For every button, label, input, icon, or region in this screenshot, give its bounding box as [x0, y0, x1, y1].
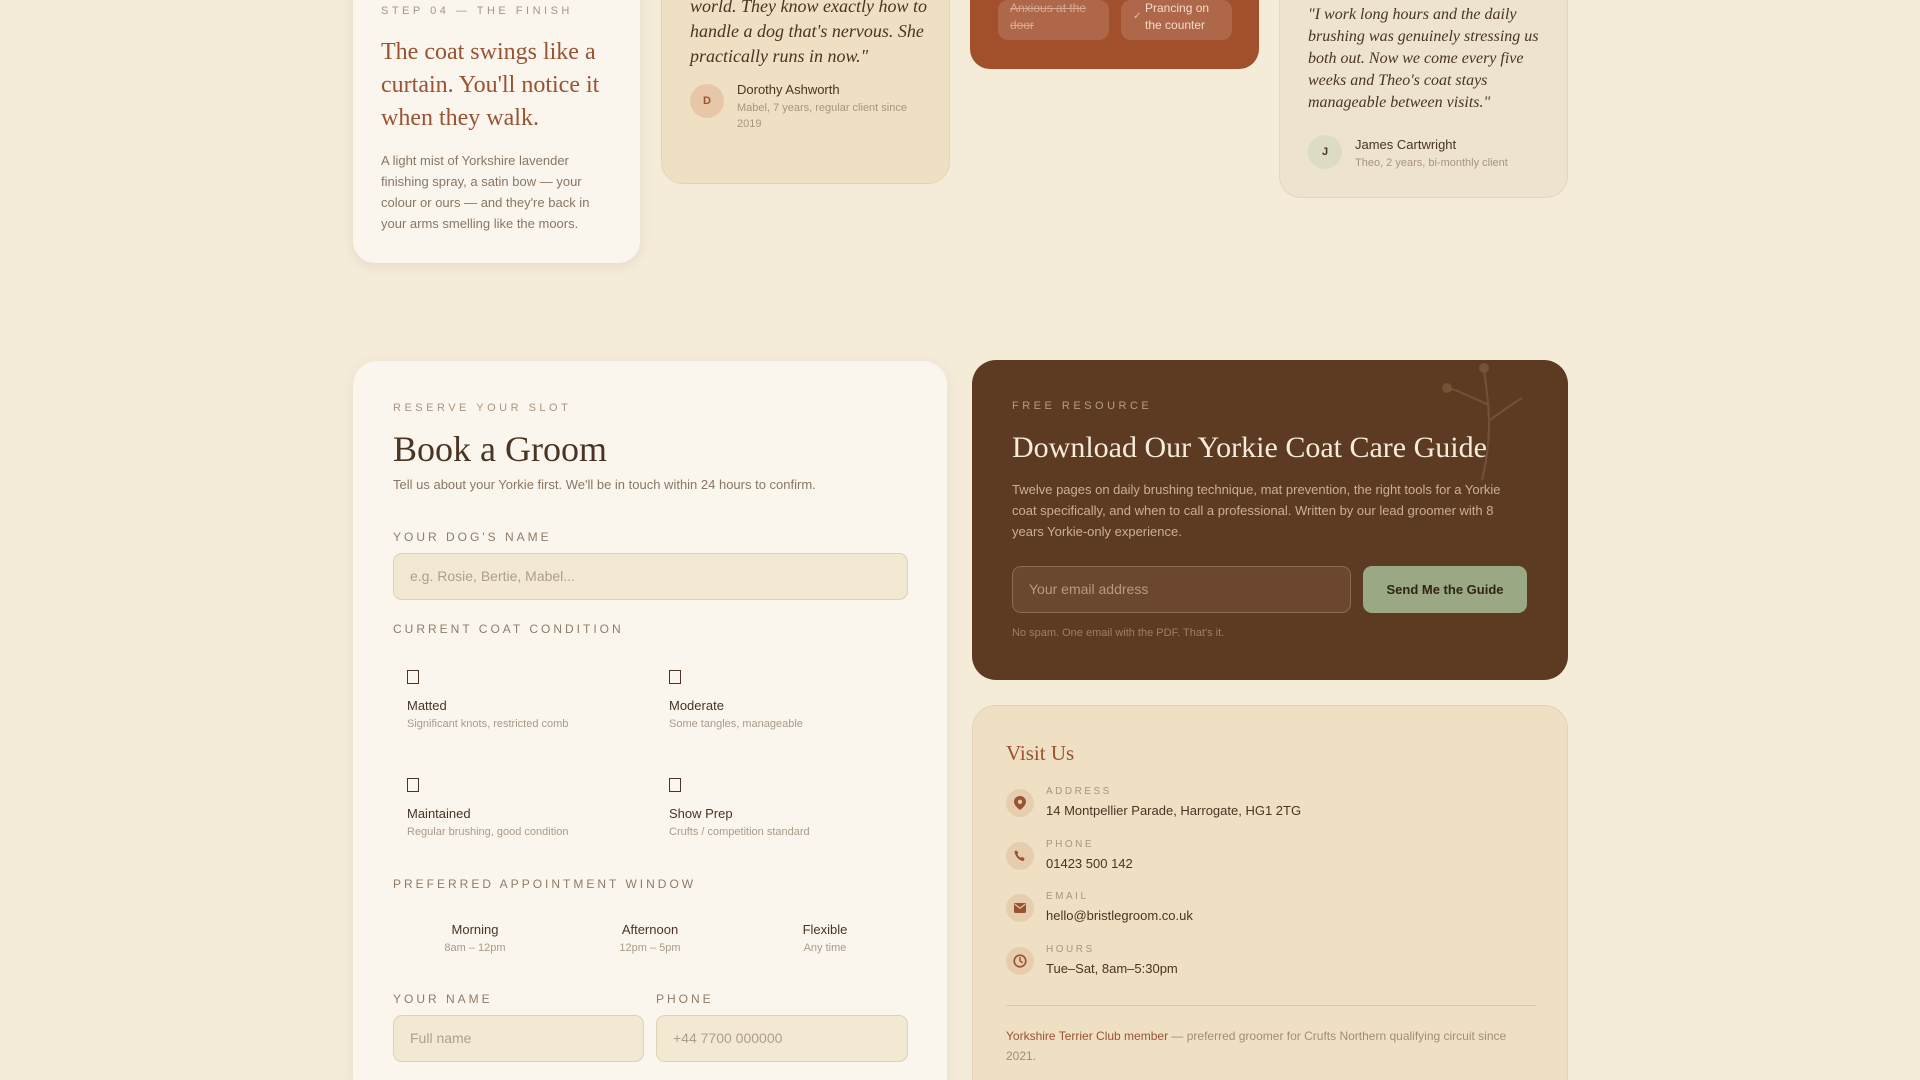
- guide-title: Download Our Yorkie Coat Care Guide: [1012, 431, 1487, 464]
- coat-option-matted[interactable]: Matted Significant knots, restricted com…: [407, 670, 647, 730]
- club-membership-link[interactable]: Yorkshire Terrier Club member: [1006, 1029, 1168, 1043]
- step-body: A light mist of Yorkshire lavender finis…: [381, 153, 590, 231]
- guide-kicker: Free resource: [1012, 400, 1153, 412]
- testimonial-name: James Cartwright: [1355, 137, 1457, 152]
- transformation-card: Anxious at the door ✓ Prancing on the co…: [970, 0, 1259, 69]
- step-card: Step 04 — The Finish The coat swings lik…: [353, 0, 640, 263]
- address-value: 14 Montpellier Parade, Harrogate, HG1 2T…: [1046, 803, 1302, 818]
- visit-card: Visit Us ADDRESS 14 Montpellier Parade, …: [972, 705, 1568, 1080]
- phone-label: Phone: [656, 992, 714, 1006]
- phone-value[interactable]: 01423 500 142: [1046, 856, 1133, 871]
- hours-label: HOURS: [1046, 944, 1095, 955]
- dog-name-input[interactable]: e.g. Rosie, Bertie, Mabel...: [393, 553, 908, 600]
- clock-icon: [1006, 947, 1034, 975]
- booking-subtitle: Tell us about your Yorkie first. We'll b…: [393, 477, 816, 492]
- checkbox[interactable]: [669, 778, 681, 792]
- booking-kicker: Reserve your slot: [393, 402, 572, 414]
- testimonial-quote: "I'm 73 and Mabel is my whole world. The…: [690, 0, 927, 66]
- mail-icon: [1006, 894, 1034, 922]
- coat-condition-label: Current coat condition: [393, 622, 624, 636]
- booking-form: Reserve your slot Book a Groom Tell us a…: [353, 361, 947, 1080]
- before-chip: Anxious at the door: [998, 0, 1109, 40]
- testimonial-card: "I work long hours and the daily brushin…: [1279, 0, 1568, 198]
- window-option-morning[interactable]: Morning 8am – 12pm: [395, 922, 555, 954]
- full-name-input[interactable]: Full name: [393, 1015, 644, 1062]
- testimonial-card: "I'm 73 and Mabel is my whole world. The…: [661, 0, 950, 184]
- testimonial-meta: Mabel, 7 years, regular client since 201…: [737, 102, 907, 130]
- guide-card: Free resource Download Our Yorkie Coat C…: [972, 360, 1568, 680]
- testimonial-name: Dorothy Ashworth: [737, 82, 840, 97]
- checkbox[interactable]: [407, 778, 419, 792]
- after-chip: ✓ Prancing on the counter: [1121, 0, 1232, 40]
- step-title: The coat swings like a curtain. You'll n…: [381, 39, 600, 131]
- membership-note: Yorkshire Terrier Club member — preferre…: [1006, 1029, 1507, 1063]
- visit-title: Visit Us: [1006, 741, 1075, 765]
- window-option-flexible[interactable]: Flexible Any time: [745, 922, 905, 954]
- hours-value: Tue–Sat, 8am–5:30pm: [1046, 961, 1178, 976]
- avatar: D: [690, 84, 724, 118]
- check-icon: ✓: [1133, 11, 1142, 22]
- window-option-afternoon[interactable]: Afternoon 12pm – 5pm: [570, 922, 730, 954]
- testimonial-meta: Theo, 2 years, bi-monthly client: [1355, 157, 1508, 169]
- your-name-label: Your name: [393, 992, 493, 1006]
- phone-label: PHONE: [1046, 839, 1095, 850]
- dog-name-label: Your dog's name: [393, 530, 552, 544]
- map-pin-icon: [1006, 789, 1034, 817]
- guide-note: No spam. One email with the PDF. That's …: [1012, 627, 1225, 639]
- checkbox[interactable]: [669, 670, 681, 684]
- divider: [1006, 1005, 1536, 1006]
- phone-input[interactable]: +44 7700 000000: [656, 1015, 908, 1062]
- email-value[interactable]: hello@bristlegroom.co.uk: [1046, 908, 1193, 923]
- testimonial-quote: "I work long hours and the daily brushin…: [1308, 6, 1539, 111]
- email-label: EMAIL: [1046, 891, 1089, 902]
- step-kicker: Step 04 — The Finish: [381, 5, 573, 17]
- phone-icon: [1006, 842, 1034, 870]
- email-input[interactable]: Your email address: [1012, 566, 1351, 613]
- send-guide-button[interactable]: Send Me the Guide: [1363, 566, 1527, 613]
- coat-option-maintained[interactable]: Maintained Regular brushing, good condit…: [407, 778, 647, 838]
- coat-option-show-prep[interactable]: Show Prep Crufts / competition standard: [669, 778, 909, 838]
- appointment-window-label: Preferred appointment window: [393, 877, 697, 891]
- address-label: ADDRESS: [1046, 786, 1112, 797]
- guide-body: Twelve pages on daily brushing technique…: [1012, 482, 1501, 539]
- page-title: Book a Groom: [393, 429, 607, 469]
- avatar: J: [1308, 135, 1342, 169]
- coat-option-moderate[interactable]: Moderate Some tangles, manageable: [669, 670, 909, 730]
- checkbox[interactable]: [407, 670, 419, 684]
